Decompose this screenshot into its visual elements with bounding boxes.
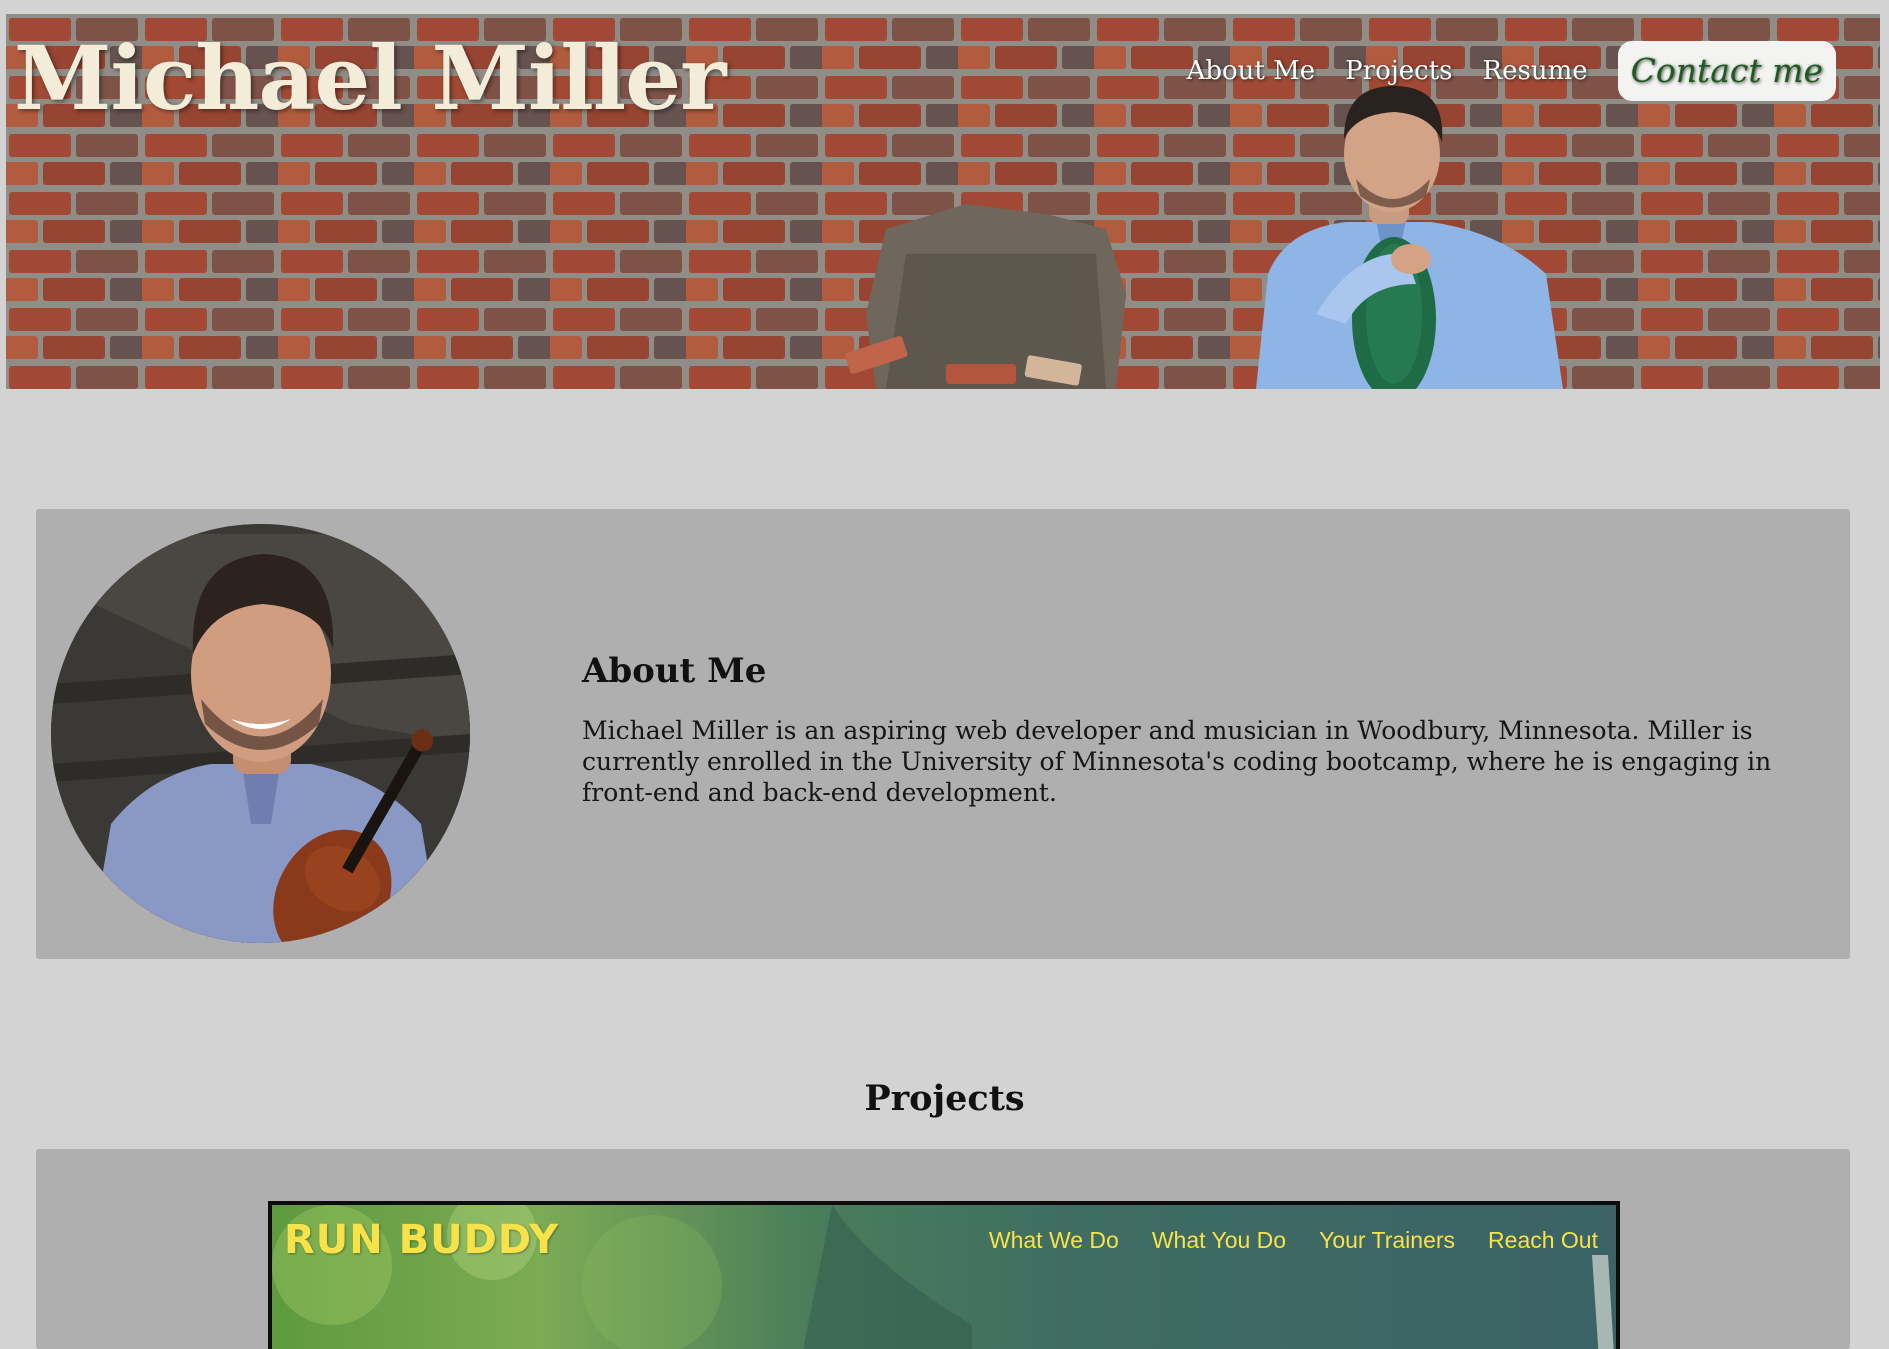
nav-link-about-me[interactable]: About Me — [1187, 56, 1316, 86]
projects-section: RUN BUDDY What We Do What You Do Your Tr… — [36, 1149, 1850, 1349]
about-body: Michael Miller is an aspiring web develo… — [582, 716, 1772, 807]
profile-photo — [51, 524, 470, 943]
about-section: About Me Michael Miller is an aspiring w… — [36, 509, 1850, 959]
profile-photo-image — [51, 524, 470, 943]
nav-link-resume[interactable]: Resume — [1483, 56, 1588, 86]
run-buddy-nav-reach-out: Reach Out — [1488, 1227, 1598, 1253]
nav-link-projects[interactable]: Projects — [1345, 56, 1452, 86]
about-text-block: About Me Michael Miller is an aspiring w… — [582, 651, 1832, 808]
run-buddy-nav-what-you-do: What You Do — [1151, 1227, 1287, 1253]
site-title: Michael Miller — [14, 26, 727, 130]
main-nav: About Me Projects Resume Contact me — [1187, 41, 1866, 101]
project-card-run-buddy[interactable]: RUN BUDDY What We Do What You Do Your Tr… — [268, 1201, 1620, 1349]
run-buddy-nav: What We Do What You Do Your Trainers Rea… — [956, 1227, 1598, 1254]
contact-me-button[interactable]: Contact me — [1617, 41, 1836, 101]
run-buddy-nav-what-we-do: What We Do — [988, 1227, 1119, 1253]
projects-heading: Projects — [864, 1078, 1025, 1119]
hero-header: Michael Miller About Me Projects Resume … — [6, 14, 1880, 389]
run-buddy-logo: RUN BUDDY — [284, 1217, 560, 1263]
about-heading: About Me — [582, 651, 767, 691]
run-buddy-nav-your-trainers: Your Trainers — [1319, 1227, 1456, 1253]
